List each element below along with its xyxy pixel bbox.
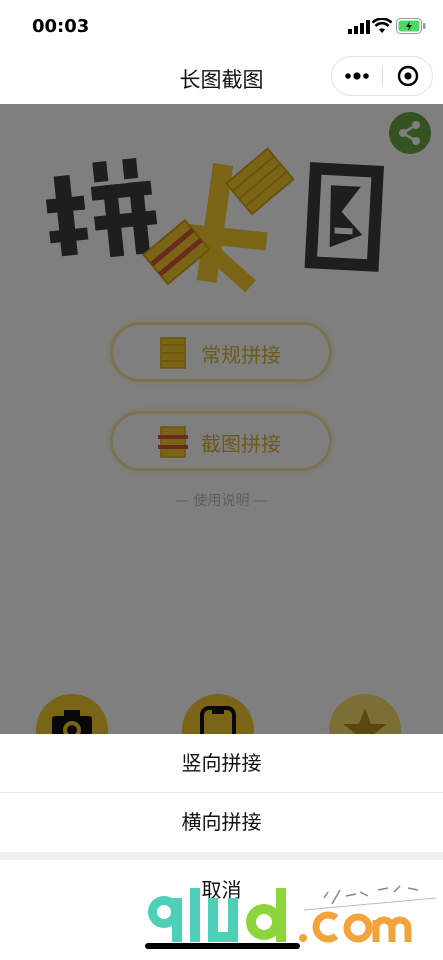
more-icon [345, 72, 369, 80]
status-time: 00:03 [32, 16, 90, 37]
more-button[interactable] [332, 57, 382, 95]
signal-icon [348, 20, 370, 34]
home-indicator [145, 943, 300, 949]
vertical-stitch-option[interactable]: 竖向拼接 [0, 734, 443, 792]
nav-bar: 长图截图 [0, 52, 443, 104]
horizontal-stitch-option[interactable]: 横向拼接 [0, 793, 443, 851]
battery-icon [396, 18, 426, 34]
wifi-icon [372, 18, 392, 33]
status-bar: 00:03 [0, 0, 443, 52]
close-target-icon [397, 65, 419, 87]
modal-overlay[interactable] [0, 104, 443, 734]
mini-program-capsule [331, 56, 433, 96]
sheet-gap [0, 852, 443, 860]
close-button[interactable] [383, 57, 433, 95]
